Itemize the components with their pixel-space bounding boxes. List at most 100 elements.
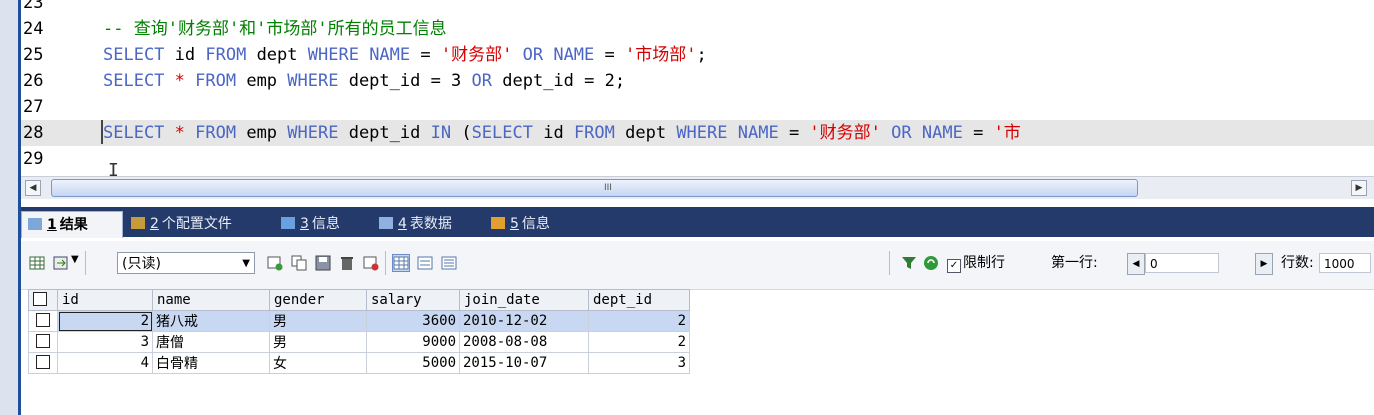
form-mode-icon[interactable] — [417, 255, 433, 271]
sql-token: emp — [236, 71, 288, 91]
reload-icon[interactable] — [923, 255, 939, 271]
sql-keyword: FROM — [205, 45, 247, 65]
column-header[interactable]: name — [152, 289, 270, 311]
limit-rows-option[interactable]: ✓ 限制行 — [947, 253, 1005, 273]
table-row[interactable]: 2 猪八戒男 3600 2010-12-02 2 — [28, 310, 690, 332]
table-cell[interactable]: 白骨精 — [152, 352, 270, 374]
sql-keyword: SELECT — [471, 123, 533, 143]
sql-token: dept_id = 2; — [492, 71, 626, 91]
table-cell[interactable]: 2015-10-07 — [459, 352, 589, 374]
table-cell[interactable]: 2010-12-02 — [459, 310, 589, 332]
table-cell[interactable]: 2 — [588, 331, 690, 353]
result-grid-icon — [28, 218, 42, 230]
table-cell[interactable]: 女 — [269, 352, 367, 374]
column-header[interactable]: gender — [269, 289, 367, 311]
table-cell[interactable]: 9000 — [366, 331, 460, 353]
scroll-left-button[interactable]: ◀ — [25, 180, 41, 196]
table-cell[interactable]: 男 — [269, 310, 367, 332]
row-checkbox[interactable] — [28, 310, 58, 332]
table-cell[interactable]: 3600 — [366, 310, 460, 332]
result-toolbar: ▼ (只读) ▼ ✓ 限制行 第一行: ◀ 0 ▶ 行数: 1000 — [21, 241, 1374, 290]
tab-number: 1 — [47, 217, 57, 233]
row-count-input[interactable]: 1000 — [1319, 253, 1371, 273]
tab-number: 3 — [300, 216, 309, 232]
sql-keyword: OR — [471, 71, 493, 91]
grid-mode-icon[interactable] — [392, 254, 410, 272]
delete-icon[interactable] — [339, 255, 355, 271]
sql-keyword: SELECT — [103, 71, 165, 91]
text-caret — [101, 120, 103, 144]
sql-string: * — [164, 123, 196, 143]
mode-select[interactable]: (只读) ▼ — [117, 252, 255, 274]
column-header[interactable]: salary — [366, 289, 460, 311]
scroll-thumb[interactable]: III — [51, 179, 1138, 197]
row-checkbox[interactable] — [28, 331, 58, 353]
editor-line[interactable]: 27 — [21, 94, 1374, 120]
editor-line[interactable]: 23 — [21, 0, 1374, 16]
column-header[interactable]: dept_id — [588, 289, 690, 311]
line-number: 24 — [23, 19, 44, 39]
sql-keyword: WHERE — [287, 71, 339, 91]
sql-keyword: WHERE — [676, 123, 728, 143]
tab-4[interactable]: 4 表数据 — [373, 211, 481, 237]
text-mode-icon[interactable] — [441, 255, 457, 271]
first-row-input[interactable]: 0 — [1145, 253, 1219, 273]
column-header[interactable]: join_date — [459, 289, 589, 311]
sql-keyword: NAME — [553, 45, 595, 65]
add-row-icon[interactable] — [267, 255, 283, 271]
tab-label: 结果 — [59, 217, 88, 233]
sql-string: '财务部' — [809, 123, 881, 143]
table-cell[interactable]: 唐僧 — [152, 331, 270, 353]
sql-keyword: WHERE — [307, 45, 359, 65]
scroll-grip: III — [604, 183, 612, 193]
filter-icon[interactable] — [901, 255, 917, 271]
table-cell[interactable]: 2 — [57, 310, 153, 332]
column-header[interactable]: id — [57, 289, 153, 311]
tab-2[interactable]: 2 个配置文件 — [125, 211, 271, 237]
code-text: SELECT id FROM dept WHERE NAME = '财务部' O… — [103, 42, 707, 68]
sql-keyword: FROM — [573, 123, 615, 143]
export-icon[interactable] — [53, 255, 69, 271]
refresh-table-icon[interactable] — [363, 255, 379, 271]
editor-line[interactable]: 29 — [21, 146, 1374, 172]
tab-3[interactable]: 3 信息 — [275, 211, 369, 237]
table-cell[interactable]: 2008-08-08 — [459, 331, 589, 353]
line-number: 29 — [23, 149, 44, 169]
editor-gutter-bar — [0, 0, 21, 415]
scroll-right-button[interactable]: ▶ — [1351, 180, 1367, 196]
tab-1[interactable]: 1 结果 — [21, 211, 123, 238]
row-checkbox[interactable] — [28, 352, 58, 374]
first-row-prev-button[interactable]: ◀ — [1127, 253, 1145, 275]
editor-line[interactable]: 26 SELECT * FROM emp WHERE dept_id = 3 OR… — [21, 68, 1374, 94]
tab-5[interactable]: 5 信息 — [485, 211, 585, 237]
table-cell[interactable]: 猪八戒 — [152, 310, 270, 332]
first-row-next-button[interactable]: ▶ — [1255, 253, 1273, 275]
sql-token: = — [962, 123, 994, 143]
table-cell[interactable]: 5000 — [366, 352, 460, 374]
editor-line[interactable]: 25 SELECT id FROM dept WHERE NAME = '财务部'… — [21, 42, 1374, 68]
sql-editor[interactable]: 23 24 -- 查询'财务部'和'市场部'所有的员工信息 25 SELECT id F… — [21, 0, 1374, 176]
sql-token: dept_id — [338, 123, 431, 143]
sql-keyword: FROM — [195, 71, 237, 91]
copy-row-icon[interactable] — [291, 255, 307, 271]
info-icon — [281, 217, 295, 229]
table-row[interactable]: 4 白骨精女 5000 2015-10-07 3 — [28, 352, 690, 374]
editor-horizontal-scrollbar[interactable]: ◀ III ▶ — [21, 176, 1374, 199]
table-cell[interactable]: 3 — [588, 352, 690, 374]
grid-view-icon[interactable] — [29, 255, 45, 271]
editor-line[interactable]: 24 -- 查询'财务部'和'市场部'所有的员工信息 — [21, 16, 1374, 42]
table-cell[interactable]: 2 — [588, 310, 690, 332]
table-cell[interactable]: 3 — [57, 331, 153, 353]
export-dropdown-icon[interactable]: ▼ — [71, 254, 79, 265]
limit-rows-checkbox[interactable]: ✓ — [947, 259, 961, 273]
select-all-checkbox[interactable] — [28, 289, 58, 311]
table-row[interactable]: 3 唐僧男 9000 2008-08-08 2 — [28, 331, 690, 353]
save-icon[interactable] — [315, 255, 331, 271]
table-cell[interactable]: 男 — [269, 331, 367, 353]
table-cell[interactable]: 4 — [57, 352, 153, 374]
editor-line[interactable]: 28 SELECT * FROM emp WHERE dept_id IN (SE… — [21, 120, 1374, 146]
